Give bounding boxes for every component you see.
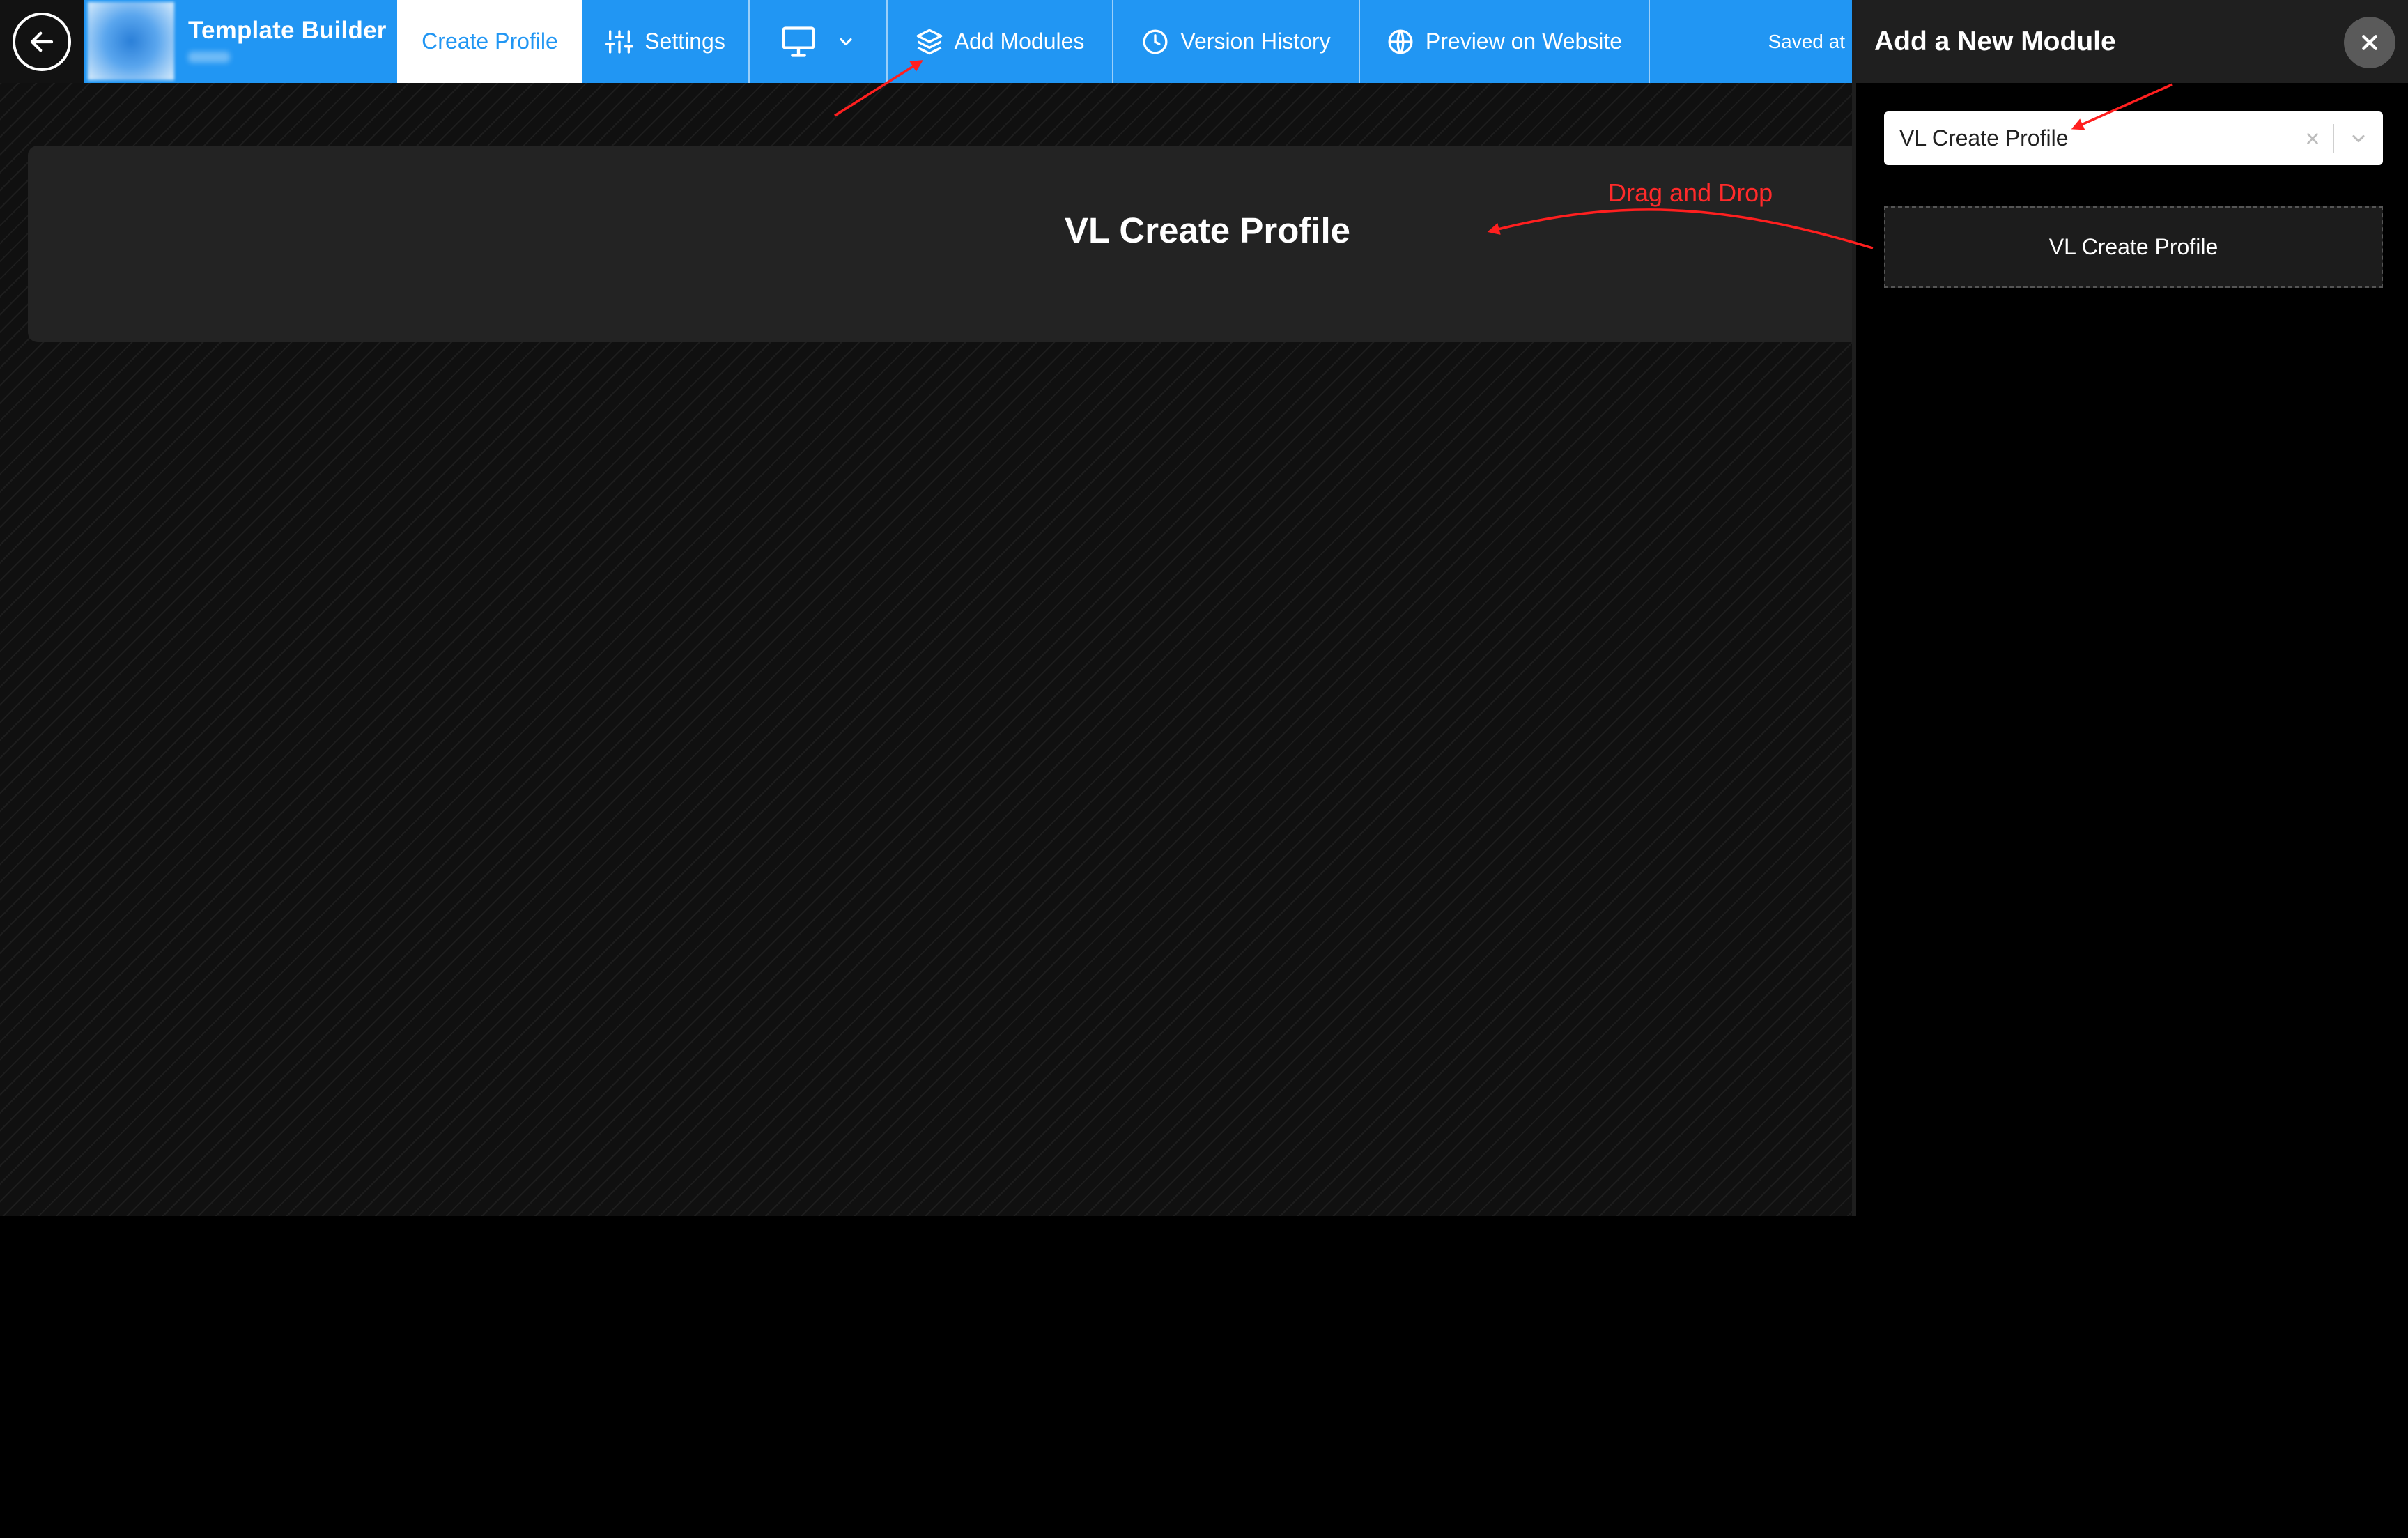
template-subtitle-blurred <box>188 52 230 63</box>
module-select[interactable]: VL Create Profile <box>1884 111 2383 165</box>
tab-preview-on-website[interactable]: Preview on Website <box>1360 0 1650 83</box>
tab-create-profile[interactable]: Create Profile <box>397 0 582 83</box>
module-select-value: VL Create Profile <box>1899 125 2069 151</box>
arrow-left-icon <box>30 31 54 52</box>
device-selector[interactable] <box>750 0 888 83</box>
annotation-drag-and-drop: Drag and Drop <box>1608 178 1773 207</box>
template-builder-page: Template Builder Create Profile Settings <box>0 0 2408 1538</box>
chevron-down-icon <box>2352 134 2365 142</box>
saved-status: Saved at <box>1768 30 1845 52</box>
tab-create-profile-label: Create Profile <box>422 29 558 54</box>
chevron-down-icon <box>840 38 852 45</box>
tab-version-history[interactable]: Version History <box>1113 0 1360 83</box>
tab-version-history-label: Version History <box>1180 29 1331 54</box>
select-dropdown-toggle[interactable] <box>2334 129 2383 148</box>
globe-icon <box>1388 29 1413 54</box>
close-icon <box>2362 35 2377 50</box>
tab-add-modules-label: Add Modules <box>954 29 1085 54</box>
back-button-container <box>0 0 84 83</box>
module-block-title: VL Create Profile <box>1065 210 1351 250</box>
template-title-block: Template Builder <box>174 0 397 83</box>
panel-close-button[interactable] <box>2344 17 2395 68</box>
panel-title: Add a New Module <box>1874 26 2116 56</box>
module-block-vl-create-profile[interactable] <box>28 146 1852 342</box>
sliders-icon <box>605 29 634 54</box>
add-module-panel: Add a New Module VL Create Profile VL Cr… <box>1852 0 2408 1216</box>
monitor-icon <box>782 26 815 57</box>
tab-settings-label: Settings <box>645 29 725 54</box>
clear-icon <box>2307 132 2318 144</box>
template-title: Template Builder <box>188 17 387 44</box>
builder-canvas[interactable] <box>0 83 1852 1216</box>
tab-add-modules[interactable]: Add Modules <box>888 0 1113 83</box>
tab-preview-label: Preview on Website <box>1425 29 1623 54</box>
select-clear-button[interactable] <box>2292 131 2333 146</box>
tab-settings[interactable]: Settings <box>582 0 750 83</box>
clock-icon <box>1143 29 1168 54</box>
template-thumbnail <box>88 2 174 80</box>
draggable-module-item[interactable]: VL Create Profile <box>1884 206 2383 288</box>
layers-icon <box>916 29 942 54</box>
back-button[interactable] <box>13 12 71 71</box>
panel-header: Add a New Module <box>1856 0 2408 83</box>
top-toolbar: Template Builder Create Profile Settings <box>0 0 1852 83</box>
